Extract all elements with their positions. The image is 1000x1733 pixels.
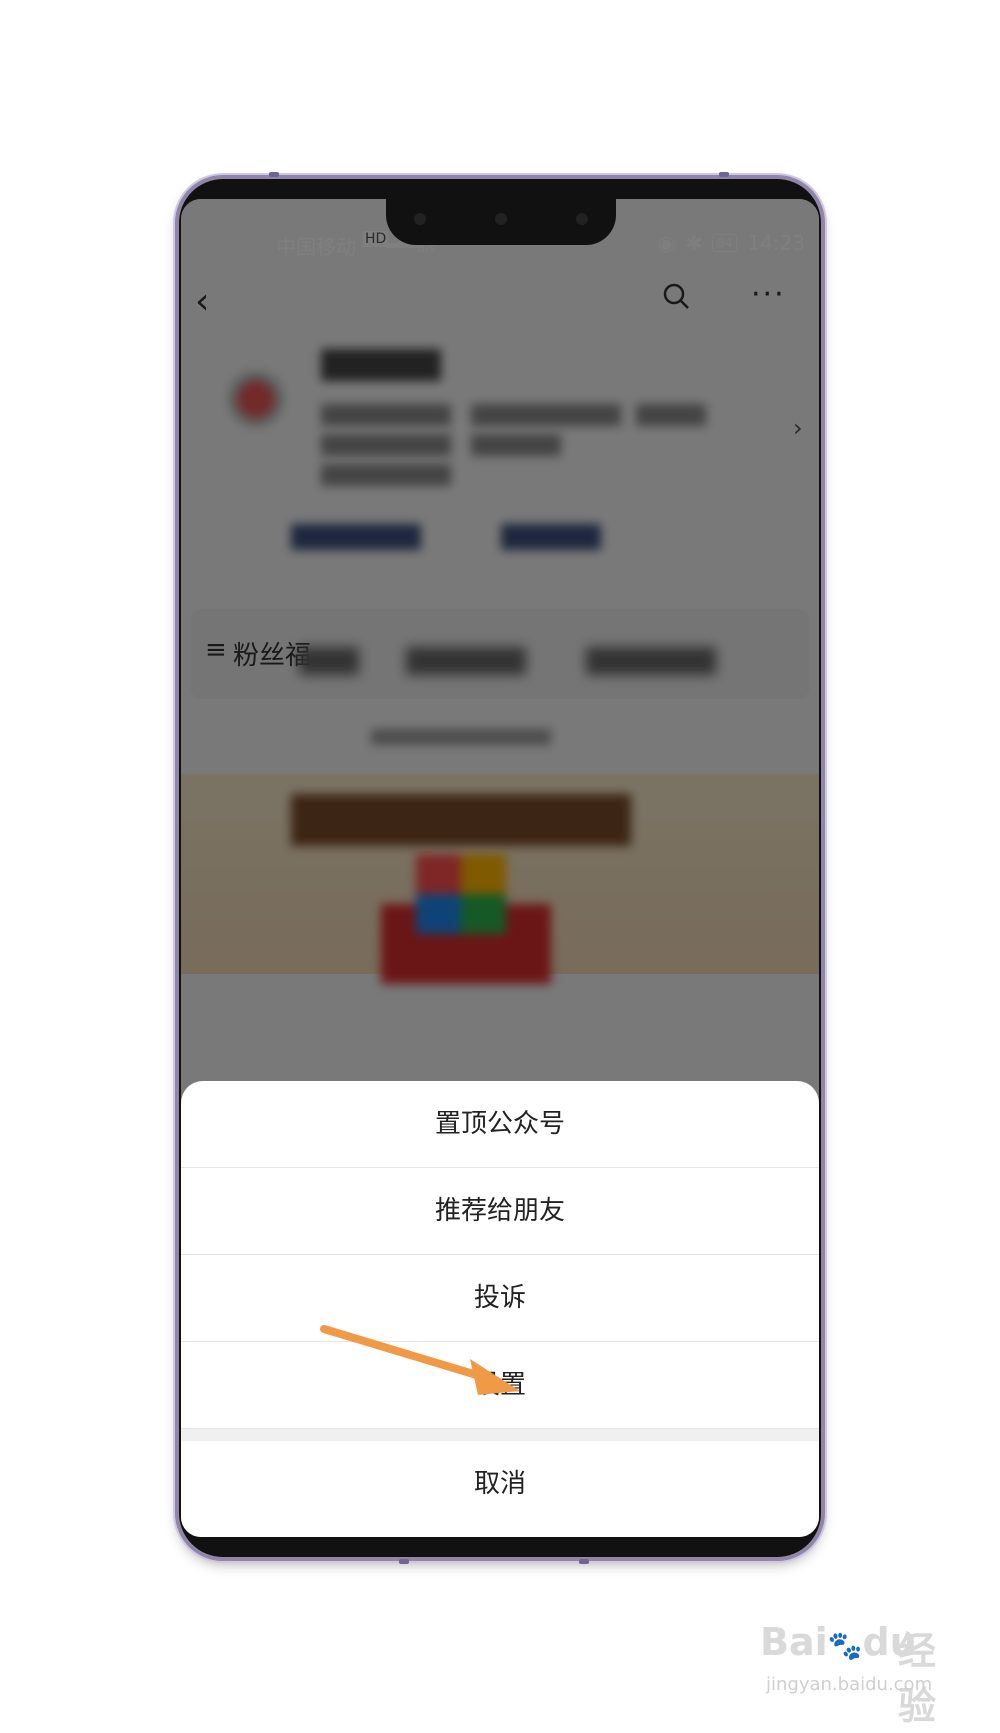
- camera-notch: [386, 199, 616, 245]
- action-sheet: 置顶公众号 推荐给朋友 投诉 设置 取消: [181, 1081, 819, 1537]
- baidu-jingyan-watermark: Bai🐾du 经验 jingyan.baidu.com: [760, 1620, 960, 1728]
- baidu-logo: Bai🐾du: [760, 1620, 917, 1664]
- pin-account-option[interactable]: 置顶公众号: [181, 1081, 819, 1168]
- sheet-divider: [181, 1429, 819, 1441]
- cancel-button[interactable]: 取消: [181, 1441, 819, 1527]
- orange-arrow-annotation: [320, 1325, 520, 1395]
- recommend-to-friend-option[interactable]: 推荐给朋友: [181, 1168, 819, 1255]
- watermark-url: jingyan.baidu.com: [766, 1674, 933, 1695]
